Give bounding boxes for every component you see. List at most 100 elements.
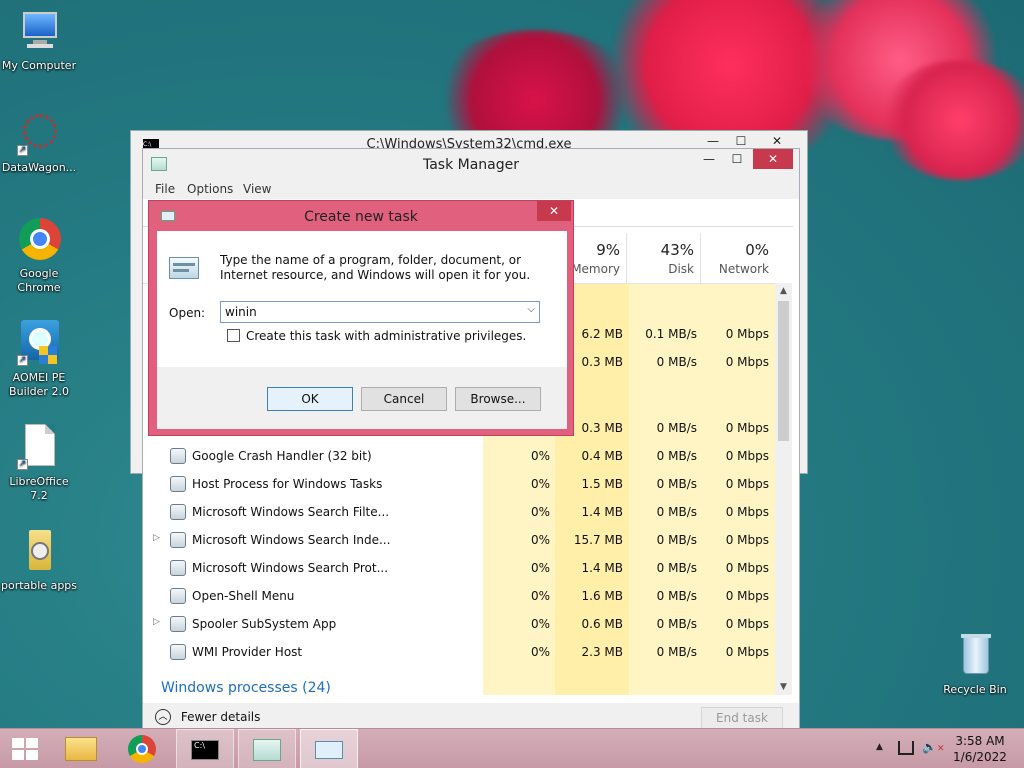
network-icon[interactable] <box>898 741 914 755</box>
desktop-icon-datawagon[interactable]: ↗ DataWagon... <box>0 110 78 175</box>
desktop-icon-google-chrome[interactable]: Google Chrome <box>0 216 78 295</box>
desktop-icon-libreoffice[interactable]: ↗ LibreOffice 7.2 <box>0 424 78 503</box>
wmi-icon <box>170 644 186 660</box>
disk-percent: 43% <box>660 241 694 259</box>
process-name: Host Process for Windows Tasks <box>192 477 383 491</box>
process-memory: 1.4 MB <box>581 505 623 519</box>
desktop-icon-label: DataWagon... <box>1 161 77 174</box>
open-input[interactable]: winin <box>225 305 257 319</box>
search-filter-icon <box>170 504 186 520</box>
crash-handler-icon <box>170 448 186 464</box>
taskbar: C:\ ▲ 🔈✕ 3:58 AM 1/6/2022 <box>0 728 1024 768</box>
windows-logo-icon <box>12 738 38 760</box>
shortcut-arrow-icon: ↗ <box>17 459 28 470</box>
chrome-icon <box>15 216 63 264</box>
chevron-down-icon[interactable]: ⌵ <box>527 304 535 315</box>
tm-close-button[interactable]: ✕ <box>753 149 793 169</box>
desktop-icon-label: portable apps <box>0 579 78 592</box>
process-row[interactable]: Host Process for Windows Tasks 0% 1.5 MB 0 … <box>143 470 775 498</box>
scroll-up-arrow-icon[interactable]: ▲ <box>775 283 792 299</box>
tm-maximize-button[interactable]: ☐ <box>723 149 751 169</box>
process-disk: 0 MB/s <box>656 589 697 603</box>
network-label: Network <box>718 262 769 276</box>
process-disk: 0 MB/s <box>656 533 697 547</box>
process-memory: 2.3 MB <box>581 645 623 659</box>
dialog-close-button[interactable]: ✕ <box>537 201 571 221</box>
column-header-disk[interactable]: 43% Disk <box>629 233 701 283</box>
dialog-titlebar[interactable]: Create new task ✕ <box>149 201 573 231</box>
taskbar-file-explorer[interactable] <box>52 729 110 768</box>
run-dialog-icon <box>315 741 343 759</box>
process-network: 0 Mbps <box>725 533 769 547</box>
process-memory: 0.4 MB <box>581 449 623 463</box>
desktop-icon-recycle-bin[interactable]: Recycle Bin <box>936 632 1014 697</box>
menu-file[interactable]: File <box>155 182 175 196</box>
section-header-windows-processes[interactable]: Windows processes (24) <box>161 680 335 695</box>
chevron-up-circle-icon: ︿ <box>155 709 171 725</box>
taskbar-chrome[interactable] <box>114 729 172 768</box>
menu-options[interactable]: Options <box>187 182 233 196</box>
desktop-icon-my-computer[interactable]: My Computer <box>0 8 78 73</box>
end-task-button[interactable]: End task <box>701 707 783 729</box>
host-process-icon <box>170 476 186 492</box>
datawagon-icon: ↗ <box>15 110 63 158</box>
process-row[interactable]: ▷ Microsoft Windows Search Inde... 0% 15.7 … <box>143 526 775 554</box>
show-hidden-icons-chevron-icon[interactable]: ▲ <box>876 742 883 752</box>
desktop-icon-aomei[interactable]: ↗ AOMEI PE Builder 2.0 <box>0 320 78 399</box>
process-cpu: 0% <box>530 617 550 631</box>
process-disk: 0 MB/s <box>656 617 697 631</box>
process-network: 0 Mbps <box>725 617 769 631</box>
vertical-scrollbar[interactable]: ▲ ▼ <box>775 283 792 695</box>
aomei-icon: ↗ <box>15 320 63 368</box>
volume-muted-icon[interactable]: 🔈✕ <box>922 740 945 754</box>
process-memory: 0.6 MB <box>581 617 623 631</box>
process-network: 0 Mbps <box>725 645 769 659</box>
process-name: Microsoft Windows Search Prot... <box>192 561 389 575</box>
cancel-button[interactable]: Cancel <box>361 387 447 411</box>
fewer-details-button[interactable]: ︿ Fewer details <box>155 709 260 729</box>
process-memory: 1.4 MB <box>581 561 623 575</box>
clock-time[interactable]: 3:58 AM <box>950 734 1010 748</box>
process-memory: 1.6 MB <box>581 589 623 603</box>
taskbar-cmd[interactable]: C:\ <box>176 729 234 768</box>
admin-privileges-checkbox[interactable] <box>227 329 240 342</box>
desktop-icon-portable-apps[interactable]: portable apps <box>0 528 78 593</box>
computer-icon <box>15 8 63 56</box>
expand-arrow-icon[interactable]: ▷ <box>153 617 160 627</box>
process-name: Google Crash Handler (32 bit) <box>192 449 372 463</box>
process-disk: 0 MB/s <box>656 449 697 463</box>
search-protocol-icon <box>170 560 186 576</box>
create-new-task-dialog[interactable]: Create new task ✕ Type the name of a pro… <box>148 200 574 436</box>
start-button[interactable] <box>0 729 58 768</box>
process-row[interactable]: Google Crash Handler (32 bit) 0% 0.4 MB 0 M… <box>143 442 775 470</box>
ok-button[interactable]: OK <box>267 387 353 411</box>
process-disk: 0.1 MB/s <box>645 327 697 341</box>
process-row[interactable]: ▷ Spooler SubSystem App 0% 0.6 MB 0 MB/s 0 Mb… <box>143 610 775 638</box>
task-manager-titlebar[interactable]: Task Manager — ☐ ✕ <box>143 149 799 179</box>
open-combobox[interactable]: winin ⌵ <box>220 301 540 323</box>
process-row[interactable]: Microsoft Windows Search Prot... 0% 1.4 MB… <box>143 554 775 582</box>
taskbar-task-manager[interactable] <box>238 729 296 768</box>
open-label: Open: <box>169 306 206 320</box>
printer-icon <box>170 616 186 632</box>
process-network: 0 Mbps <box>725 355 769 369</box>
column-header-network[interactable]: 0% Network <box>703 233 775 283</box>
browse-button[interactable]: Browse... <box>455 387 541 411</box>
process-row[interactable]: Open-Shell Menu 0% 1.6 MB 0 MB/s 0 Mbps <box>143 582 775 610</box>
process-network: 0 Mbps <box>725 449 769 463</box>
desktop-icon-label: LibreOffice 7.2 <box>9 475 69 502</box>
process-memory: 15.7 MB <box>573 533 623 547</box>
dialog-title: Create new task <box>304 209 418 225</box>
admin-privileges-label: Create this task with administrative pri… <box>246 329 527 343</box>
scrollbar-thumb[interactable] <box>778 301 789 441</box>
process-row[interactable]: Microsoft Windows Search Filte... 0% 1.4 M… <box>143 498 775 526</box>
menu-view[interactable]: View <box>243 182 271 196</box>
process-disk: 0 MB/s <box>656 355 697 369</box>
process-cpu: 0% <box>530 645 550 659</box>
tm-minimize-button[interactable]: — <box>695 149 723 169</box>
process-row[interactable]: WMI Provider Host 0% 2.3 MB 0 MB/s 0 Mbps <box>143 638 775 666</box>
expand-arrow-icon[interactable]: ▷ <box>153 533 160 543</box>
clock-date[interactable]: 1/6/2022 <box>950 750 1010 764</box>
taskbar-run-dialog[interactable] <box>300 729 358 768</box>
scroll-down-arrow-icon[interactable]: ▼ <box>775 679 792 695</box>
